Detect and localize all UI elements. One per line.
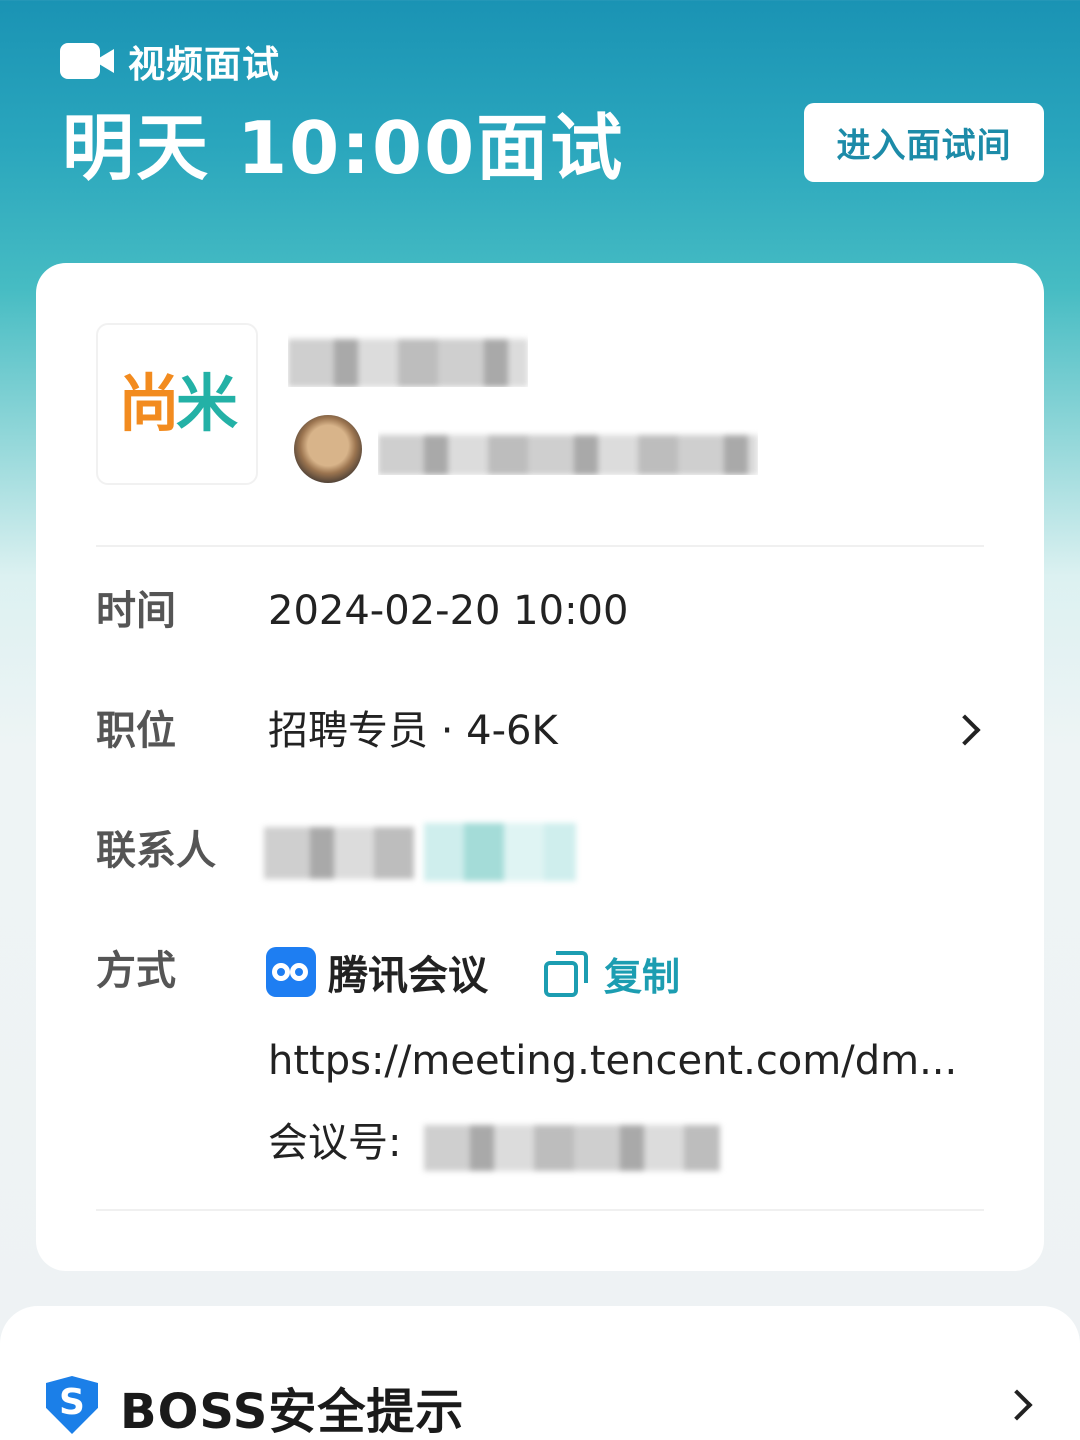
recruiter-name-redacted [378,429,758,475]
position-row[interactable]: 职位 招聘专员 · 4-6K [96,703,984,759]
time-label: 时间 [96,588,176,634]
recruiter-avatar [294,415,362,483]
video-camera-icon [60,41,114,81]
method-label: 方式 [96,948,176,994]
company-logo[interactable]: 尚米 [96,323,258,485]
company-name-redacted[interactable] [288,333,528,387]
recruiter-row[interactable] [294,415,774,485]
method-row: 方式 [96,943,984,999]
time-value: 2024-02-20 10:00 [268,588,629,634]
chevron-right-icon [949,714,981,746]
divider [96,545,984,547]
tencent-meeting-icon [266,947,316,997]
interview-header: 视频面试 明天 10:00面试 进入面试间 [0,0,1080,260]
interview-time-title: 明天 10:00面试 [62,106,625,190]
meeting-url[interactable]: https://meeting.tencent.com/dm... [268,1033,980,1089]
time-row: 时间 2024-02-20 10:00 [96,583,984,639]
meeting-id-label: 会议号: [268,1120,402,1166]
copy-label: 复制 [604,955,681,999]
contact-label: 联系人 [96,828,216,874]
company-logo-glyph-left: 尚 [118,367,180,440]
interview-type-label: 视频面试 [128,43,280,86]
interview-detail-card: 尚米 时间 2024-02-20 10:00 职位 招聘专员 · 4-6K 联系… [36,263,1044,1271]
contact-redacted[interactable] [264,819,576,887]
boss-safety-tips[interactable]: S BOSS安全提示 [0,1306,1080,1440]
enter-interview-room-button[interactable]: 进入面试间 [804,103,1044,182]
meeting-id-row: 会议号: [268,1115,720,1171]
divider [96,1209,984,1211]
interview-type: 视频面试 [60,34,280,88]
shield-letter: S [59,1382,85,1423]
meeting-id-redacted [424,1125,720,1171]
safety-tips-title: BOSS安全提示 [120,1384,465,1440]
copy-meeting-link-button[interactable]: 复制 [544,946,680,1001]
meeting-app-label: 腾讯会议 [328,953,488,999]
copy-icon [544,950,590,997]
position-label: 职位 [96,708,176,754]
chevron-right-icon [1001,1389,1033,1421]
position-value: 招聘专员 · 4-6K [268,708,558,754]
meeting-app: 腾讯会议 [266,943,488,1001]
company-logo-glyph-right: 米 [176,367,238,440]
shield-icon: S [46,1376,98,1434]
